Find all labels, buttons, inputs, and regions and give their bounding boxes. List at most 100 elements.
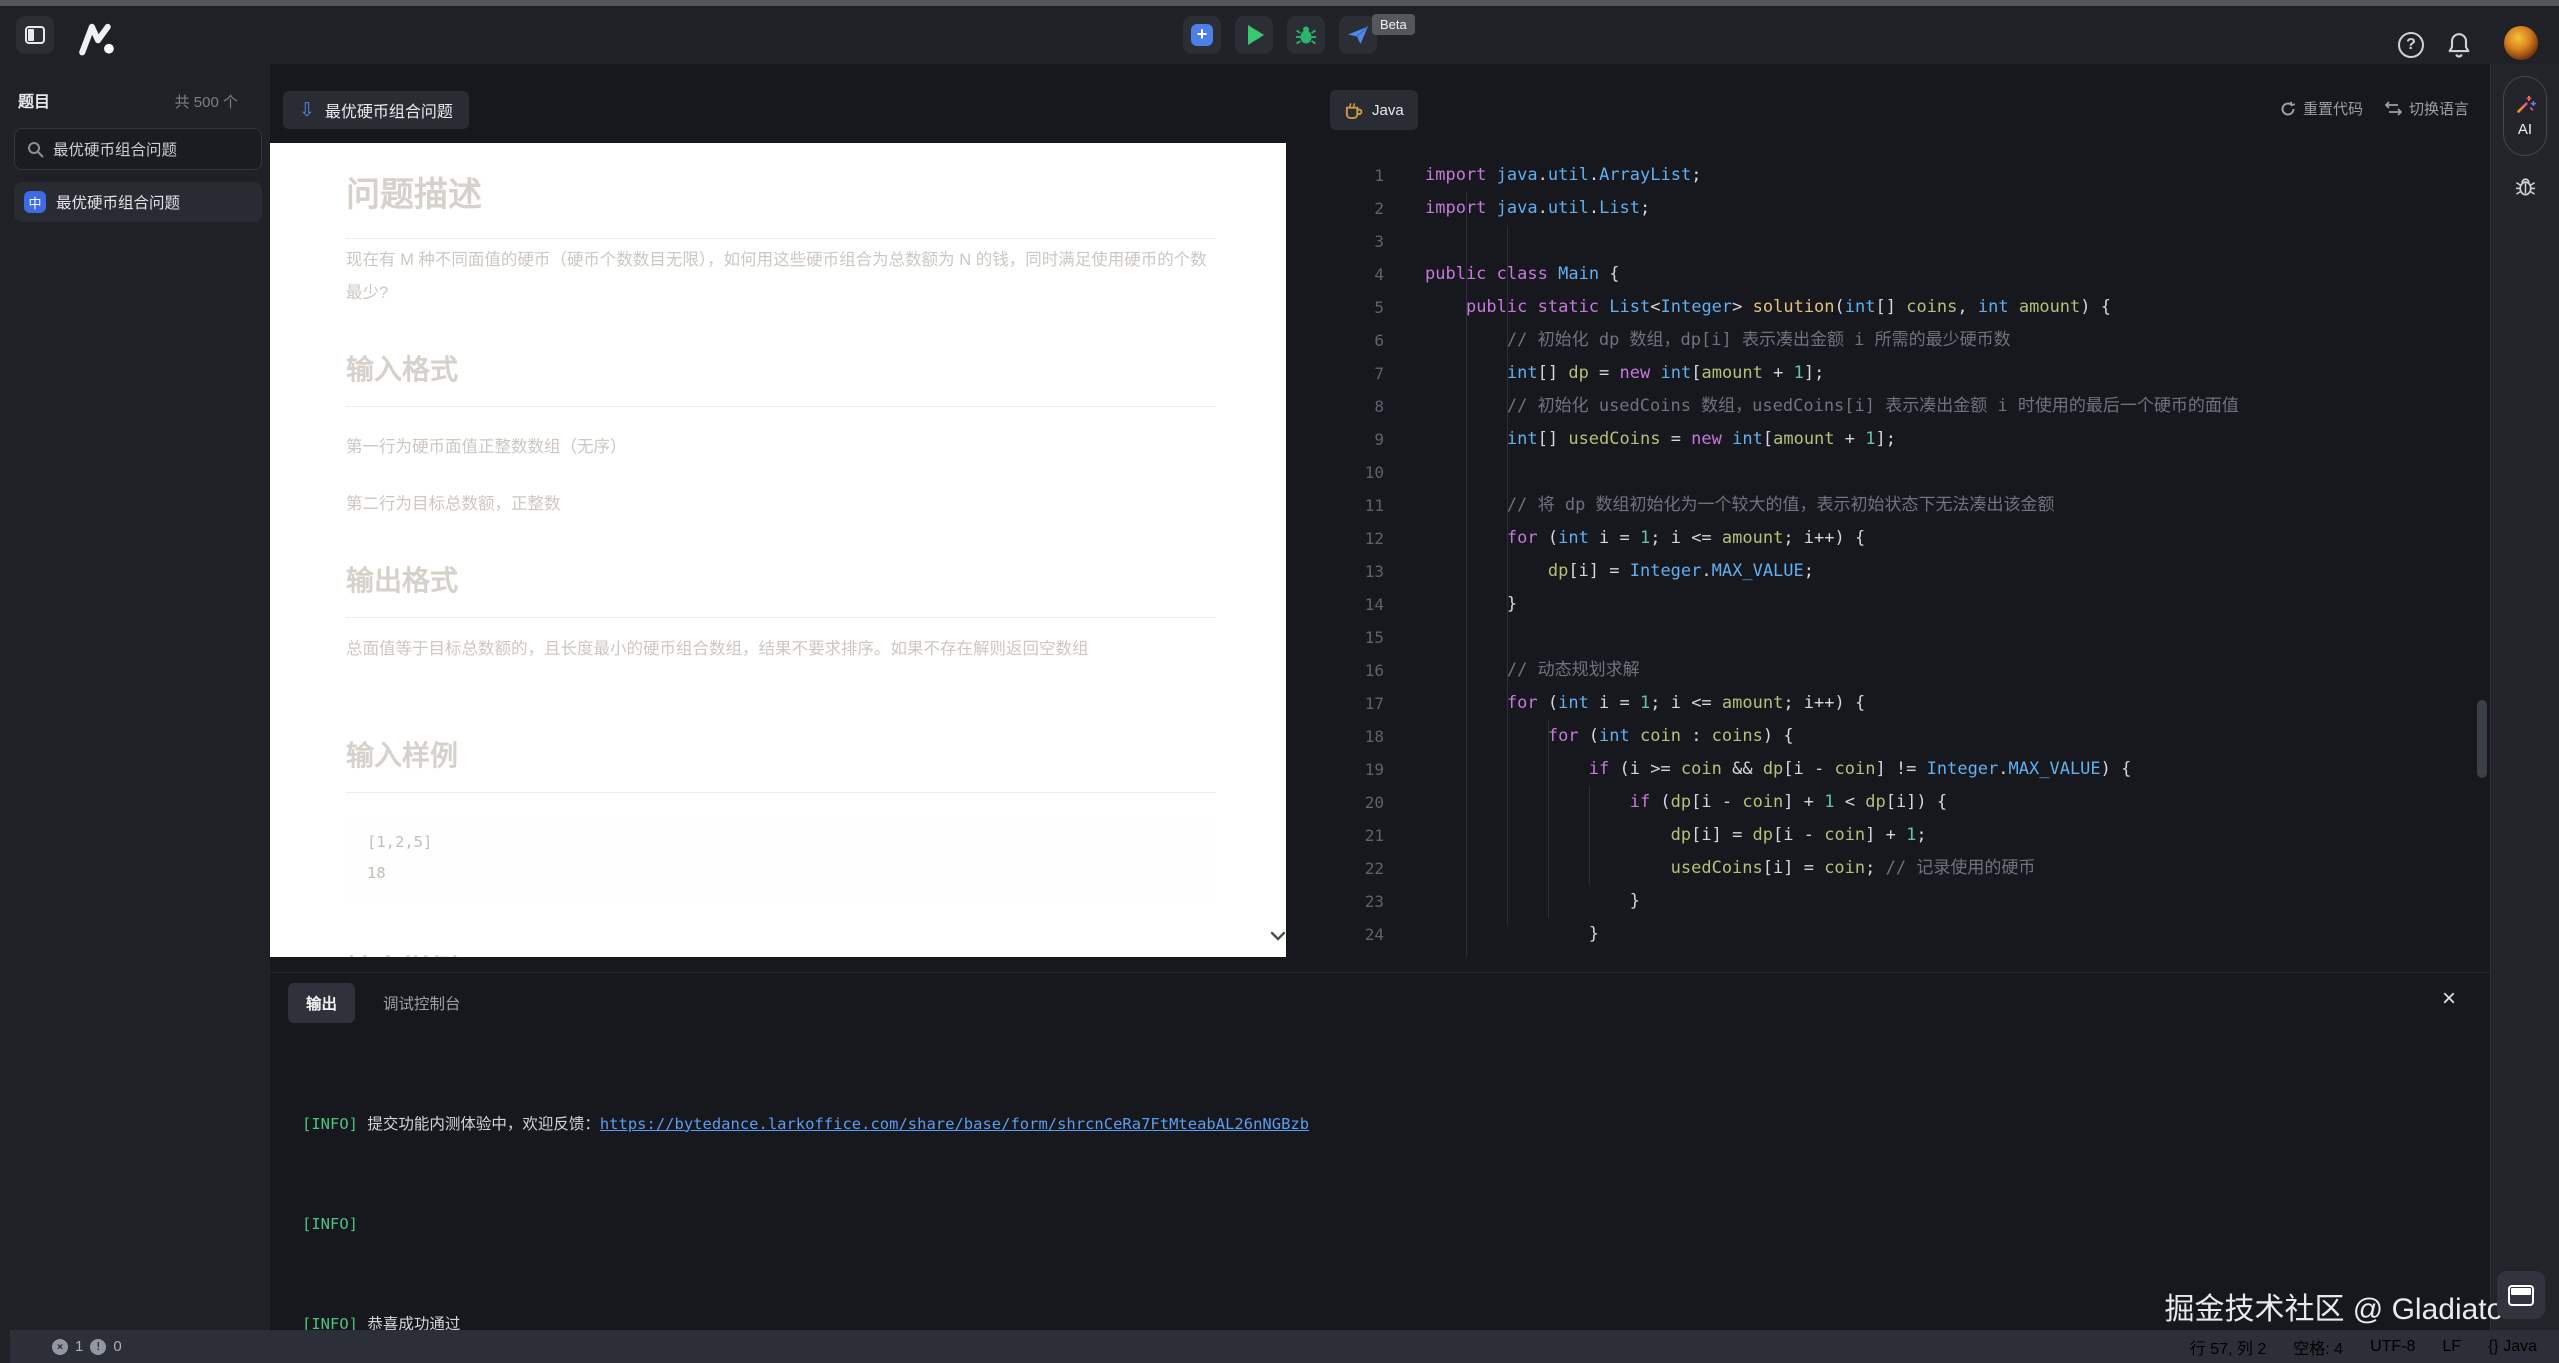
line-number: 3 (1300, 225, 1384, 258)
run-button[interactable] (1235, 16, 1273, 54)
code-editor[interactable]: 1import java.util.ArrayList;2import java… (1300, 140, 2490, 957)
code-line: 25 } (1300, 951, 2490, 957)
status-bar-notch (0, 1330, 10, 1363)
code-line: 5 public static List<Integer> solution(i… (1300, 291, 2490, 324)
close-console-button[interactable]: × (2442, 987, 2456, 1011)
tab-language-java[interactable]: Java (1330, 90, 1418, 130)
section-heading: 输入样例 (346, 734, 1216, 793)
line-number: 4 (1300, 258, 1384, 291)
section-heading: 输出格式 (346, 559, 1216, 618)
coffee-cup-icon (1344, 101, 1363, 120)
sidebar-toggle-button[interactable] (16, 16, 54, 54)
magic-sparkle-icon (2515, 94, 2536, 115)
code-line: 18 for (int coin : coins) { (1300, 720, 2490, 753)
console-link[interactable]: https://bytedance.larkoffice.com/share/b… (600, 1115, 1309, 1133)
line-number: 24 (1300, 918, 1384, 951)
line-number: 25 (1300, 951, 1384, 957)
monitor-icon (2508, 1285, 2534, 1306)
editor-scrollbar[interactable] (2477, 700, 2487, 778)
line-number: 17 (1300, 687, 1384, 720)
code-line: 12 for (int i = 1; i <= amount; i++) { (1300, 522, 2490, 555)
search-input[interactable]: 最优硬币组合问题 (14, 128, 262, 170)
sidebar-item-problem[interactable]: 中 最优硬币组合问题 (14, 182, 262, 222)
console-line: [INFO] (302, 1208, 2450, 1241)
report-bug-button[interactable] (2514, 174, 2537, 203)
cursor-position[interactable]: 行 57, 列 2 (2190, 1335, 2266, 1359)
code-lines: 1import java.util.ArrayList;2import java… (1300, 159, 2490, 957)
line-number: 7 (1300, 357, 1384, 390)
description-paragraph: 第二行为目标总数额，正整数 (346, 488, 1216, 521)
brackets-icon: {} (2488, 1338, 2499, 1355)
bug-icon (1294, 23, 1318, 47)
display-mode-button[interactable] (2497, 1271, 2545, 1319)
problems-sidebar: 题目 共 500 个 最优硬币组合问题 中 最优硬币组合问题 (0, 64, 270, 1330)
reset-icon (2280, 101, 2296, 117)
code-line: 16 // 动态规划求解 (1300, 654, 2490, 687)
encoding[interactable]: UTF-8 (2370, 1338, 2415, 1356)
code-line: 3 (1300, 225, 2490, 258)
user-avatar[interactable] (2504, 26, 2538, 60)
ai-assistant-button[interactable]: AI (2503, 76, 2547, 156)
code-line: 17 for (int i = 1; i <= amount; i++) { (1300, 687, 2490, 720)
watermark: 掘金技术社区 @ Gladiator1 (2164, 1284, 2530, 1328)
search-icon (27, 141, 44, 158)
code-line: 7 int[] dp = new int[amount + 1]; (1300, 357, 2490, 390)
section-heading: 输入格式 (346, 348, 1216, 407)
code-line: 24 } (1300, 918, 2490, 951)
code-line: 15 (1300, 621, 2490, 654)
reset-code-button[interactable]: 重置代码 (2280, 98, 2363, 119)
problem-item-label: 最优硬币组合问题 (56, 191, 180, 213)
problems-indicator[interactable]: × 1 ! 0 (52, 1330, 122, 1363)
code-line: 20 if (dp[i - coin] + 1 < dp[i]) { (1300, 786, 2490, 819)
bug-outline-icon (2514, 174, 2537, 198)
line-number: 1 (1300, 159, 1384, 192)
indent-setting[interactable]: 空格: 4 (2293, 1335, 2343, 1359)
paper-plane-icon (1346, 23, 1370, 47)
description-paragraph: 第一行为硬币面值正整数数组（无序） (346, 431, 1216, 464)
download-arrow-icon: ⇩ (299, 101, 315, 120)
code-line: 14 } (1300, 588, 2490, 621)
editor-header: Java 重置代码 切换语言 (1300, 64, 2490, 140)
line-number: 13 (1300, 555, 1384, 588)
code-line: 4public class Main { (1300, 258, 2490, 291)
tab-problem[interactable]: ⇩ 最优硬币组合问题 (283, 91, 469, 129)
code-line: 22 usedCoins[i] = coin; // 记录使用的硬币 (1300, 852, 2490, 885)
eol-setting[interactable]: LF (2442, 1338, 2461, 1356)
sidebar-layout-icon (25, 26, 45, 44)
problem-description-panel[interactable]: 问题描述 现在有 M 种不同面值的硬币（硬币个数数目无限），如何用这些硬币组合为… (270, 143, 1286, 957)
search-value: 最优硬币组合问题 (53, 138, 177, 160)
new-file-button[interactable]: + (1183, 16, 1221, 54)
help-icon[interactable]: ? (2398, 32, 2424, 58)
switch-language-label: 切换语言 (2409, 98, 2469, 119)
code-line: 21 dp[i] = dp[i - coin] + 1; (1300, 819, 2490, 852)
notifications-button[interactable] (2446, 31, 2472, 64)
line-number: 22 (1300, 852, 1384, 885)
line-number: 11 (1300, 489, 1384, 522)
language-mode[interactable]: {} Java (2488, 1338, 2537, 1356)
line-number: 2 (1300, 192, 1384, 225)
chevron-down-icon[interactable] (1270, 931, 1286, 941)
sample-line: 18 (367, 858, 1216, 889)
sidebar-title: 题目 (18, 88, 50, 112)
line-number: 15 (1300, 621, 1384, 654)
code-line: 10 (1300, 456, 2490, 489)
problem-count: 共 500 个 (175, 91, 238, 112)
code-line: 2import java.util.List; (1300, 192, 2490, 225)
line-number: 19 (1300, 753, 1384, 786)
language-mode-label: Java (2503, 1338, 2537, 1355)
code-line: 8 // 初始化 usedCoins 数组，usedCoins[i] 表示凑出金… (1300, 390, 2490, 423)
debug-button[interactable] (1287, 16, 1325, 54)
code-line: 9 int[] usedCoins = new int[amount + 1]; (1300, 423, 2490, 456)
console-line: [INFO] 提交功能内测体验中，欢迎反馈：https://bytedance.… (302, 1108, 2450, 1141)
switch-language-button[interactable]: 切换语言 (2385, 98, 2469, 119)
beta-badge: Beta (1372, 14, 1415, 35)
section-heading-clipped: 输出样例 (346, 948, 1216, 957)
header-bar: + Beta ? (0, 6, 2559, 64)
section-heading: 问题描述 (346, 167, 1216, 239)
tab-debug-console[interactable]: 调试控制台 (383, 992, 461, 1014)
tab-output[interactable]: 输出 (288, 983, 355, 1023)
console-output[interactable]: [INFO] 提交功能内测体验中，欢迎反馈：https://bytedance.… (302, 1041, 2450, 1363)
line-number: 12 (1300, 522, 1384, 555)
code-line: 19 if (i >= coin && dp[i - coin] != Inte… (1300, 753, 2490, 786)
code-line: 11 // 将 dp 数组初始化为一个较大的值，表示初始状态下无法凑出该金额 (1300, 489, 2490, 522)
